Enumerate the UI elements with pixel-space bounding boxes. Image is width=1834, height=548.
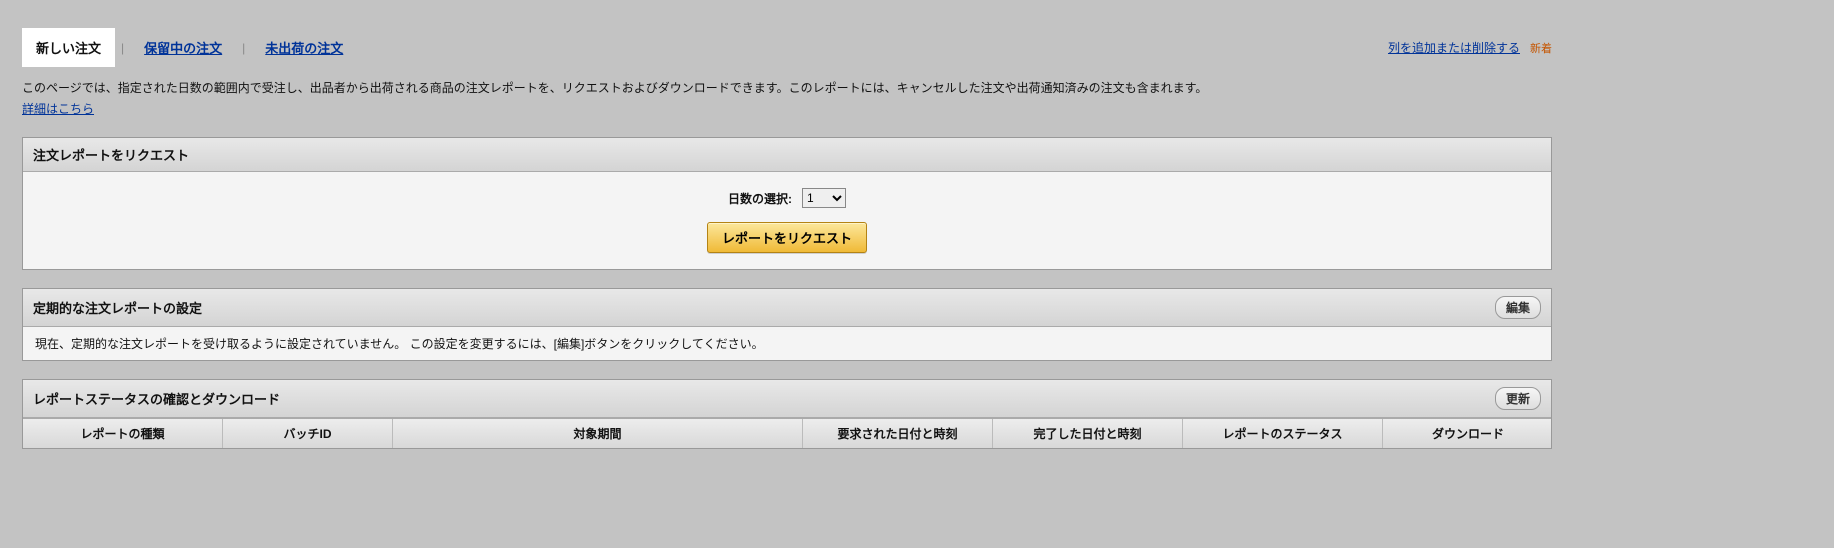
report-status-panel: レポートステータスの確認とダウンロード 更新 レポートの種類 バッチID 対象期… — [22, 379, 1552, 449]
days-select[interactable]: 1 — [802, 188, 846, 208]
add-remove-columns-link[interactable]: 列を追加または削除する — [1388, 39, 1520, 56]
col-completed: 完了した日付と時刻 — [993, 419, 1183, 448]
scheduled-report-title: 定期的な注文レポートの設定 — [33, 298, 202, 317]
col-status: レポートのステータス — [1183, 419, 1383, 448]
col-report-type: レポートの種類 — [23, 419, 223, 448]
page-description: このページでは、指定された日数の範囲内で受注し、出品者から出荷される商品の注文レ… — [22, 81, 1207, 95]
report-status-table-header: レポートの種類 バッチID 対象期間 要求された日付と時刻 完了した日付と時刻 … — [23, 418, 1551, 448]
edit-button[interactable]: 編集 — [1495, 296, 1541, 319]
tab-new-orders[interactable]: 新しい注文 — [22, 28, 115, 67]
refresh-button[interactable]: 更新 — [1495, 387, 1541, 410]
days-label: 日数の選択: — [728, 190, 792, 207]
col-batch-id: バッチID — [223, 419, 393, 448]
tab-unshipped-orders[interactable]: 未出荷の注文 — [251, 28, 357, 67]
request-report-title: 注文レポートをリクエスト — [33, 145, 189, 164]
col-period: 対象期間 — [393, 419, 803, 448]
tab-separator: | — [115, 41, 130, 55]
tab-pending-orders[interactable]: 保留中の注文 — [130, 28, 236, 67]
col-download: ダウンロード — [1383, 419, 1553, 448]
learn-more-link[interactable]: 詳細はこちら — [22, 100, 94, 119]
col-requested: 要求された日付と時刻 — [803, 419, 993, 448]
report-status-title: レポートステータスの確認とダウンロード — [33, 389, 280, 408]
tab-separator: | — [236, 41, 251, 55]
new-badge: 新着 — [1530, 40, 1552, 56]
scheduled-report-panel: 定期的な注文レポートの設定 編集 現在、定期的な注文レポートを受け取るように設定… — [22, 288, 1552, 361]
scheduled-report-message: 現在、定期的な注文レポートを受け取るように設定されていません。 この設定を変更す… — [23, 327, 1551, 360]
request-report-button[interactable]: レポートをリクエスト — [707, 222, 867, 253]
order-report-tabs: 新しい注文 | 保留中の注文 | 未出荷の注文 — [22, 28, 357, 67]
request-report-panel: 注文レポートをリクエスト 日数の選択: 1 レポートをリクエスト — [22, 137, 1552, 270]
